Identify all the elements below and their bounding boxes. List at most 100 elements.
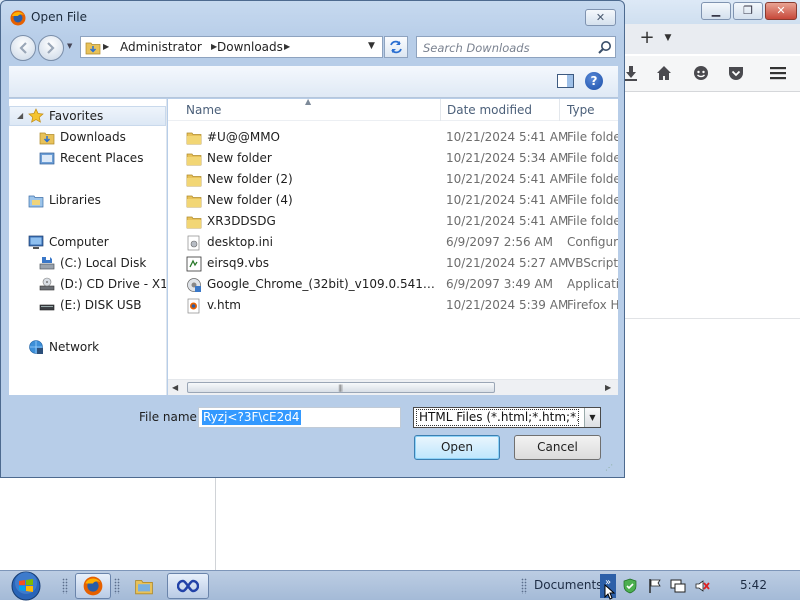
column-divider[interactable] [440,99,441,121]
nav-item-computer[interactable]: Computer [28,232,109,252]
mouse-cursor-icon [604,583,616,603]
taskbar-clock[interactable]: 5:42 [740,578,767,592]
nav-label: (D:) CD Drive - X16-8 [60,277,167,291]
pocket-icon[interactable] [725,62,747,84]
column-header-date-modified[interactable]: Date modified [447,103,532,117]
file-row[interactable]: #U@@MMO 10/21/2024 5:41 AMFile folder [168,127,618,148]
file-date-modified: 10/21/2024 5:41 AM [446,214,569,228]
security-shield-icon[interactable] [621,577,639,595]
volume-muted-icon[interactable] [693,577,711,595]
breadcrumb-separator-icon[interactable]: ▶ [103,42,109,51]
taskbar-grip[interactable] [114,578,120,594]
taskbar-firefox[interactable] [75,573,111,599]
column-divider[interactable] [559,99,560,121]
address-dropdown-icon[interactable]: ▼ [368,41,375,51]
file-name: v.htm [207,298,241,312]
resize-grip-icon[interactable]: ⋰ [605,463,617,475]
taskbar: Documents » 5:42 [0,570,800,601]
taskbar-app[interactable] [167,573,209,599]
script-file-icon [186,256,202,272]
file-row[interactable]: New folder (2) 10/21/2024 5:41 AM File fol… [168,169,618,190]
action-center-flag-icon[interactable] [646,577,664,595]
file-row[interactable]: v.htm 10/21/2024 5:39 AMFirefox HTML Docu… [168,295,618,316]
open-button[interactable]: Open [414,435,500,460]
minimize-button[interactable]: ▁ [701,2,731,20]
nav-item-favorites[interactable]: Favorites [28,106,103,126]
file-type: File folder [567,151,618,165]
chevron-down-icon[interactable]: ▼ [584,408,600,427]
column-header-name[interactable]: Name [186,103,221,117]
taskbar-explorer[interactable] [126,573,162,599]
maximize-button[interactable]: ❐ [733,2,763,20]
nav-label: Computer [49,235,109,249]
cancel-button[interactable]: Cancel [514,435,601,460]
nav-item-recent-places[interactable]: Recent Places [39,148,143,168]
scroll-right-icon[interactable]: ▶ [605,383,611,392]
file-name: New folder [207,151,272,165]
file-row[interactable]: desktop.ini 6/9/2097 2:56 AM Configuration… [168,232,618,253]
file-date-modified: 10/21/2024 5:41 AM [446,130,569,144]
account-icon[interactable] [690,62,712,84]
nav-label: Network [49,340,100,354]
navigation-pane: ◢ Favorites Downloads Recent Places Libr… [9,99,167,395]
search-box[interactable] [416,36,616,58]
search-icon[interactable] [598,40,612,57]
downloads-folder-icon [39,129,55,145]
firefox-document-icon [186,298,202,314]
window-close-button[interactable]: ✕ [765,2,797,20]
refresh-button[interactable] [384,36,408,58]
search-input[interactable] [423,40,593,55]
column-header-type[interactable]: Type [567,103,595,117]
file-row[interactable]: Google_Chrome_(32bit)_v109.0.5414.120.ex… [168,274,618,295]
file-row[interactable]: XR3DDSDG 10/21/2024 5:41 AMFile folder [168,211,618,232]
file-type: VBScript Script File [567,256,618,270]
new-tab-button[interactable]: + [637,28,657,48]
tab-list-button[interactable]: ▼ [661,30,675,46]
forward-button[interactable] [38,35,64,61]
taskbar-grip[interactable] [521,578,527,594]
nav-item-libraries[interactable]: Libraries [28,190,101,210]
nav-item-downloads[interactable]: Downloads [39,127,126,147]
filename-field[interactable]: Ryzj<?3F\cE2d4 [198,407,401,428]
address-bar[interactable]: ▶ Administrator ▶ Downloads ▶ ▼ [80,36,383,58]
dialog-toolbar: ? [9,66,618,98]
file-row[interactable]: eirsq9.vbs 10/21/2024 5:27 AMVBScript Scr… [168,253,618,274]
recent-locations-dropdown[interactable]: ▼ [67,42,77,52]
file-type: File folder [567,172,618,186]
nav-item-cd-drive[interactable]: (D:) CD Drive - X16-8 [39,274,167,294]
help-icon[interactable]: ? [585,72,603,90]
file-type-select[interactable]: HTML Files (*.html;*.htm;*.shtml;*.xhtml… [413,407,601,428]
nav-item-local-disk[interactable]: (C:) Local Disk [39,253,146,273]
taskbar-grip[interactable] [62,578,68,594]
network-status-icon[interactable] [669,577,687,595]
scrollbar-thumb[interactable]: ||| [187,382,495,393]
file-row[interactable]: New folder 10/21/2024 5:34 AMFile folder [168,148,618,169]
nav-item-usb-disk[interactable]: (E:) DISK USB [39,295,142,315]
file-name: desktop.ini [207,235,273,249]
dialog-close-button[interactable]: ✕ [585,9,616,26]
scroll-left-icon[interactable]: ◀ [172,383,178,392]
breadcrumb-administrator[interactable]: Administrator [120,40,202,54]
network-icon [28,339,44,355]
hamburger-menu-icon[interactable] [767,62,789,84]
preview-pane-icon[interactable] [557,73,575,89]
collapse-arrow-icon[interactable]: ◢ [17,111,23,120]
file-name: New folder (2) [207,172,293,186]
computer-icon [28,234,44,250]
nav-label: Recent Places [60,151,144,165]
file-type-value[interactable]: HTML Files (*.html;*.htm;*.shtml;*.xhtml… [416,409,579,426]
home-icon[interactable] [653,62,675,84]
nav-item-network[interactable]: Network [28,337,99,357]
breadcrumb-downloads[interactable]: Downloads [217,40,283,54]
file-row[interactable]: New folder (4) 10/21/2024 5:41 AM File fol… [168,190,618,211]
file-date-modified: 6/9/2097 2:56 AM [446,235,554,249]
open-file-dialog: Open File ✕ ▼ ▶ Administrator ▶ Download… [0,0,625,478]
back-button[interactable] [10,35,36,61]
horizontal-scrollbar[interactable]: ◀ ||| ▶ [168,379,618,395]
folder-icon [135,580,153,595]
documents-toolbar[interactable]: Documents [534,578,602,592]
breadcrumb-separator-icon[interactable]: ▶ [284,42,290,51]
installer-icon [186,277,202,293]
filename-value[interactable]: Ryzj<?3F\cE2d4 [202,410,301,425]
start-button[interactable] [8,571,44,601]
